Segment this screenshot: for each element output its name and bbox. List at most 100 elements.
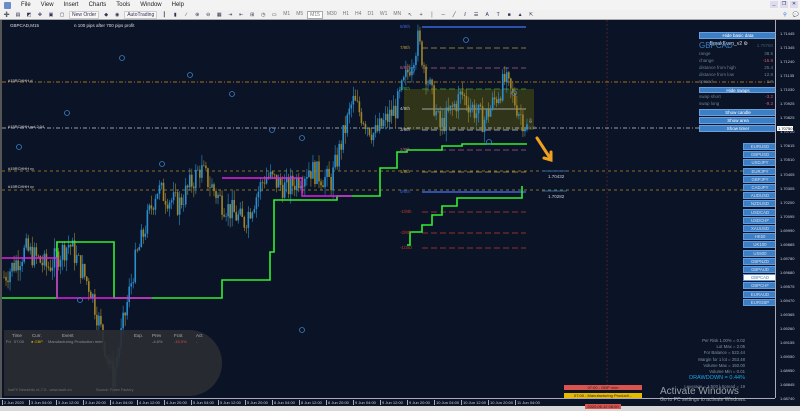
new-order-button[interactable]: New Order: [69, 10, 100, 19]
menu-view[interactable]: View: [41, 2, 54, 8]
timeframe-h1[interactable]: H1: [341, 11, 351, 19]
candle-body: [253, 208, 256, 213]
symbol-button-audusd[interactable]: AUDUSD: [743, 192, 777, 200]
symbol-button-xauusd[interactable]: XAUUSD: [743, 225, 777, 232]
candle-body: [233, 199, 235, 213]
bar-chart-icon[interactable]: ┃: [160, 11, 168, 19]
timeframe-m30[interactable]: M30: [325, 11, 339, 19]
periods-icon[interactable]: ◷: [259, 11, 267, 19]
candle-body: [241, 208, 244, 217]
signals-icon[interactable]: ◉: [113, 11, 121, 19]
close-button[interactable]: ✕: [790, 1, 798, 8]
hide-basic-data-button[interactable]: Hide basic data: [699, 32, 777, 39]
cursor-icon[interactable]: ↖: [406, 11, 414, 19]
menu-help[interactable]: Help: [172, 2, 184, 8]
terminal-icon[interactable]: ▢: [58, 11, 66, 19]
symbol-button-usdjpy[interactable]: USDJPY: [743, 159, 777, 167]
menu-file[interactable]: File: [21, 2, 31, 8]
candle-body: [219, 194, 221, 196]
menu-insert[interactable]: Insert: [64, 2, 79, 8]
price-chart[interactable]: GBPCAD,M15 n 100 pips after 700 pips pro…: [0, 20, 777, 398]
fib-level-label: 6/8th: [400, 65, 411, 70]
symbol-button-usdchf[interactable]: USDCHF: [743, 216, 777, 224]
candle-body: [57, 251, 60, 267]
symbol-button-uk100[interactable]: UK100: [743, 241, 777, 249]
crosshair-icon[interactable]: ✥: [36, 11, 44, 19]
metaeditor-icon[interactable]: ◆: [102, 11, 110, 19]
fib-level-label: 8/8th: [400, 24, 411, 29]
vertical-line-icon[interactable]: │: [428, 11, 436, 19]
menu-charts[interactable]: Charts: [89, 2, 107, 8]
symbol-button-cadjpy[interactable]: CADJPY: [743, 184, 777, 191]
trailing-stop-line-2: [407, 186, 523, 246]
restore-button[interactable]: ❐: [780, 1, 788, 8]
text-label-icon[interactable]: T: [494, 11, 502, 19]
symbol-button-eurjpy[interactable]: EURJPY: [743, 167, 777, 175]
app-icon: [4, 1, 11, 9]
timeframe-m1[interactable]: M1: [281, 11, 292, 19]
symbol-button-eurgbp[interactable]: EURGBP: [743, 298, 777, 306]
text-icon[interactable]: A: [483, 11, 491, 19]
chart-shift-icon[interactable]: ⇥: [226, 11, 234, 19]
symbol-button-nzdusd[interactable]: NZDUSD: [743, 200, 777, 208]
candle-body: [215, 191, 217, 198]
chat-icon[interactable]: 💬: [792, 11, 800, 19]
menu-window[interactable]: Window: [140, 2, 161, 8]
line-chart-icon[interactable]: ∕: [182, 11, 190, 19]
new-chart-icon[interactable]: ➕: [3, 11, 11, 19]
candle-body: [477, 104, 480, 114]
zoom-in-icon[interactable]: ⊕: [193, 11, 201, 19]
arrows-icon[interactable]: ⇱: [527, 11, 535, 19]
symbol-button-gbpusd[interactable]: GBPUSD: [743, 151, 777, 159]
show-candle-button[interactable]: Show candle: [699, 109, 777, 116]
candle-chart-icon[interactable]: ▮: [171, 11, 179, 19]
candle-body: [237, 214, 240, 221]
candle-body: [425, 66, 427, 85]
crosshair-tool-icon[interactable]: +: [417, 11, 425, 19]
activate-windows-watermark: Activate Windows Go to PC settings to act…: [660, 386, 746, 403]
data-row-value: 12.8: [764, 72, 773, 77]
rectangle-icon[interactable]: ■: [505, 11, 513, 19]
trendline-icon[interactable]: ╱: [450, 11, 458, 19]
minimize-button[interactable]: _: [770, 1, 778, 8]
symbol-button-gbpjpy[interactable]: GBPJPY: [743, 175, 777, 183]
timeframe-h4[interactable]: H4: [353, 11, 363, 19]
show-area-button[interactable]: Show area: [699, 117, 777, 124]
indicators-icon[interactable]: ⊞: [248, 11, 256, 19]
hide-swaps-button[interactable]: Hide swaps: [699, 87, 777, 93]
zoom-out-icon[interactable]: ⊖: [204, 11, 212, 19]
templates-icon[interactable]: ▭: [270, 11, 278, 19]
timeframe-w1[interactable]: W1: [378, 11, 390, 19]
symbol-button-gbpcad[interactable]: GBPCAD: [743, 274, 777, 282]
symbol-button-hk50[interactable]: HK50: [743, 233, 777, 241]
tile-windows-icon[interactable]: ▦: [215, 11, 223, 19]
channel-icon[interactable]: ⫽: [461, 11, 469, 19]
timeframe-m15[interactable]: M15: [307, 10, 323, 19]
timeframe-d1[interactable]: D1: [365, 11, 375, 19]
symbol-button-usdcad[interactable]: USDCAD: [743, 208, 777, 216]
candle-body: [152, 208, 155, 210]
triangle-icon[interactable]: ▲: [516, 11, 524, 19]
navigator-icon[interactable]: ▣: [47, 11, 55, 19]
candle-body: [508, 72, 510, 79]
search-icon[interactable]: ⚲: [781, 11, 789, 19]
timeframe-m5[interactable]: M5: [294, 11, 305, 19]
candle-body: [388, 109, 391, 122]
symbol-button-gbpchf[interactable]: GBPCHF: [743, 282, 777, 290]
market-watch-icon[interactable]: ◩: [25, 11, 33, 19]
symbol-button-gbpnzd[interactable]: GBPNZD: [743, 257, 777, 265]
autotrading-button[interactable]: AutoTrading: [124, 10, 158, 19]
symbol-button-euraud[interactable]: EURAUD: [743, 290, 777, 298]
time-axis[interactable]: 2 Jun 2020 3 Jun 04:00 3 Jun 12:00 3 Jun 20…: [0, 398, 775, 406]
timeframe-mn[interactable]: MN: [391, 11, 403, 19]
show-timer-button[interactable]: Show timer: [699, 125, 777, 132]
fibonacci-icon[interactable]: ☰: [472, 11, 480, 19]
price-axis[interactable]: 1.71445 1.71345 1.71240 1.71135 1.71030 1.709…: [775, 20, 800, 401]
profiles-icon[interactable]: ▤: [14, 11, 22, 19]
symbol-button-eurusd[interactable]: EURUSD: [743, 143, 777, 150]
symbol-button-gbpaud[interactable]: GBPAUD: [743, 266, 777, 273]
horizontal-line-icon[interactable]: ─: [439, 11, 447, 19]
symbol-button-us500[interactable]: US500: [743, 249, 777, 257]
autoscroll-icon[interactable]: ⇤: [237, 11, 245, 19]
menu-tools[interactable]: Tools: [116, 2, 130, 8]
